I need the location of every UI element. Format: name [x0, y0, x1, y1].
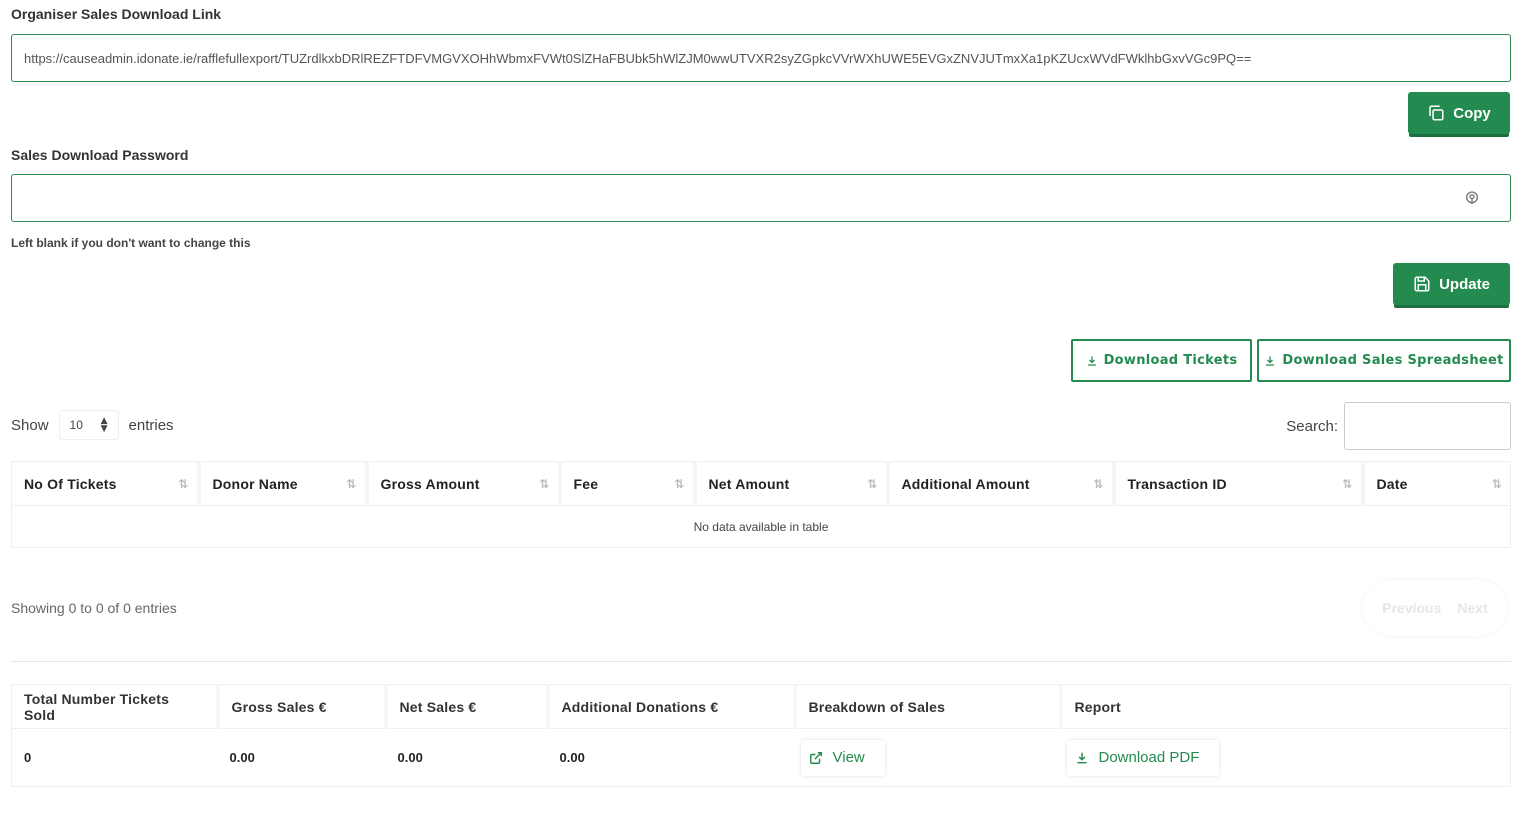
sort-icon: ⇅	[867, 477, 878, 491]
column-header[interactable]: Fee ⇅	[559, 461, 697, 506]
column-header[interactable]: No Of Tickets ⇅	[11, 461, 201, 506]
summary-header: Breakdown of Sales	[794, 684, 1063, 729]
table-search: Search:	[1286, 402, 1511, 450]
password-manager-icon[interactable]	[1464, 190, 1480, 206]
report-cell: Download PDF	[1060, 728, 1511, 787]
password-input[interactable]	[11, 174, 1511, 222]
download-icon	[1087, 356, 1096, 366]
copy-button-label: Copy	[1453, 104, 1491, 122]
entries-select[interactable]: 10 ▲ ▼	[58, 410, 119, 440]
column-header[interactable]: Gross Amount ⇅	[366, 461, 562, 506]
download-icon	[1266, 356, 1275, 366]
select-arrows-icon: ▲ ▼	[100, 416, 108, 434]
next-button[interactable]: Next	[1457, 600, 1487, 616]
view-button-label: View	[832, 749, 865, 766]
update-button-label: Update	[1439, 275, 1490, 293]
download-link-input[interactable]: https://causeadmin.idonate.ie/rafflefull…	[11, 34, 1511, 82]
sort-icon: ⇅	[674, 477, 685, 491]
download-pdf-label: Download PDF	[1098, 749, 1200, 766]
update-button[interactable]: Update	[1393, 263, 1510, 305]
download-link-label: Organiser Sales Download Link	[11, 6, 222, 22]
breakdown-cell: View	[794, 728, 1061, 787]
column-header[interactable]: Transaction ID ⇅	[1113, 461, 1365, 506]
password-hint: Left blank if you don't want to change t…	[11, 236, 251, 250]
net-sales-value: 0.00	[385, 728, 548, 787]
search-input[interactable]	[1344, 402, 1511, 450]
summary-header: Gross Sales €	[217, 684, 388, 729]
tickets-sold-value: 0	[11, 728, 218, 787]
sort-icon: ⇅	[1491, 477, 1502, 491]
download-spreadsheet-label: Download Sales Spreadsheet	[1282, 353, 1504, 368]
gross-sales-value: 0.00	[217, 728, 386, 787]
column-header[interactable]: Donor Name ⇅	[198, 461, 369, 506]
summary-header: Report	[1074, 698, 1121, 715]
summary-header: Total Number Tickets Sold	[11, 684, 220, 729]
sort-icon: ⇅	[346, 477, 357, 491]
password-label: Sales Download Password	[11, 147, 189, 163]
entries-label: entries	[128, 416, 174, 434]
table-info: Showing 0 to 0 of 0 entries	[11, 600, 177, 616]
column-header[interactable]: Additional Amount ⇅	[887, 461, 1116, 506]
previous-button[interactable]: Previous	[1382, 600, 1441, 616]
download-spreadsheet-button[interactable]: Download Sales Spreadsheet	[1257, 339, 1511, 382]
empty-table-message: No data available in table	[11, 505, 1511, 548]
sort-icon: ⇅	[178, 477, 189, 491]
download-tickets-button[interactable]: Download Tickets	[1071, 339, 1252, 382]
download-tickets-label: Download Tickets	[1103, 353, 1238, 368]
summary-table: Total Number Tickets Sold Gross Sales € …	[11, 684, 1511, 787]
entries-select-value: 10	[69, 418, 83, 432]
sort-icon: ⇅	[1342, 477, 1353, 491]
view-button[interactable]: View	[801, 740, 885, 776]
external-link-icon	[809, 751, 822, 764]
sort-icon: ⇅	[539, 477, 550, 491]
divider	[11, 661, 1511, 662]
sort-icon: ⇅	[1093, 477, 1104, 491]
additional-donations-value: 0.00	[547, 728, 795, 787]
copy-icon	[1429, 105, 1444, 121]
pagination: Previous Next	[1363, 580, 1507, 636]
sales-table: No Of Tickets ⇅ Donor Name ⇅ Gross Amount ⇅…	[11, 461, 1511, 548]
column-header[interactable]: Net Amount ⇅	[694, 461, 890, 506]
column-header[interactable]: Date ⇅	[1363, 462, 1511, 506]
summary-header: Net Sales €	[385, 684, 550, 729]
entries-length-control: Show 10 ▲ ▼ entries	[11, 410, 174, 440]
save-icon	[1414, 276, 1430, 292]
show-label: Show	[11, 416, 49, 434]
summary-row: 0 0.00 0.00 0.00 View Download PDF	[11, 728, 1511, 787]
summary-header: Additional Donations €	[547, 684, 797, 729]
download-icon	[1076, 752, 1087, 763]
download-pdf-button[interactable]: Download PDF	[1067, 740, 1220, 776]
search-label: Search:	[1286, 417, 1338, 435]
copy-button[interactable]: Copy	[1408, 92, 1510, 134]
